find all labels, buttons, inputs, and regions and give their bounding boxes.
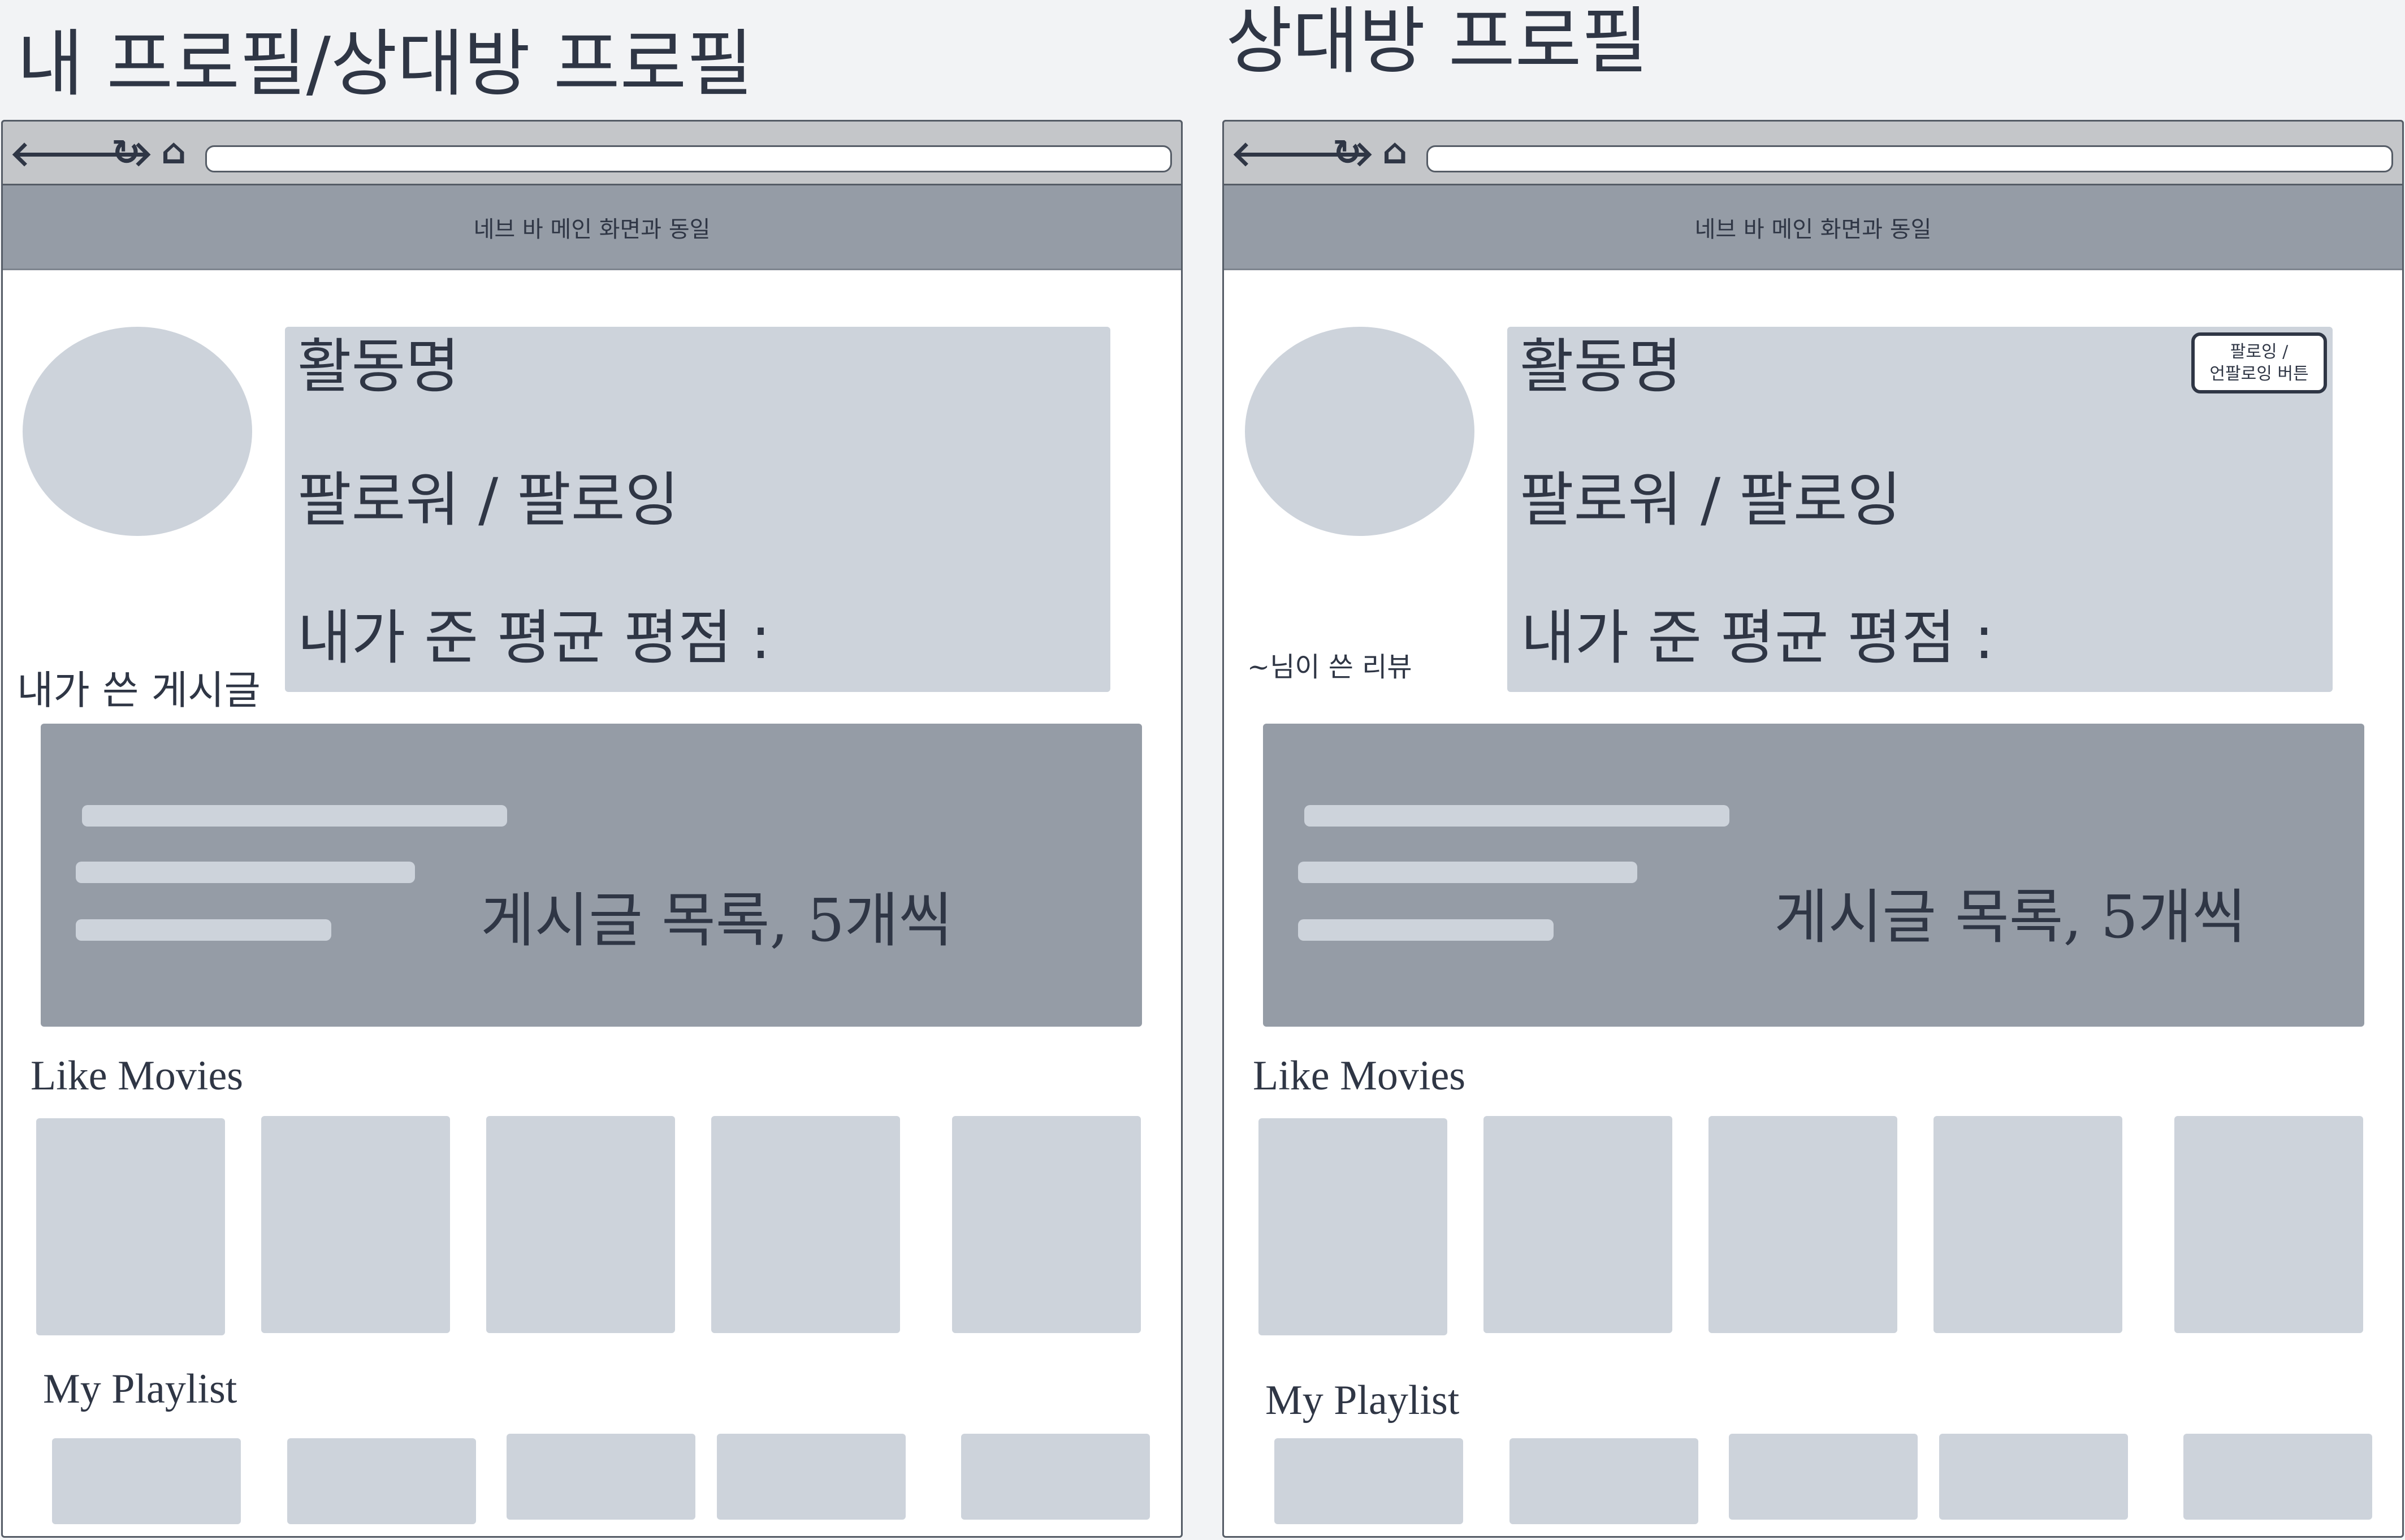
playlist-card[interactable]	[717, 1434, 906, 1520]
movie-card[interactable]	[1483, 1116, 1672, 1333]
like-movies-title: Like Movies	[1253, 1053, 1466, 1099]
movie-card[interactable]	[1933, 1116, 2122, 1333]
navbar-placeholder: 네브 바 메인 화면과 동일	[1224, 185, 2402, 270]
playlist-title: My Playlist	[43, 1366, 237, 1412]
movie-card[interactable]	[486, 1116, 675, 1333]
playlist-card[interactable]	[1274, 1438, 1463, 1524]
playlist-title: My Playlist	[1265, 1377, 1460, 1424]
avatar	[1245, 327, 1474, 536]
playlist-card[interactable]	[1729, 1434, 1918, 1520]
playlist-card[interactable]	[52, 1438, 241, 1524]
followers-following: 팔로워 / 팔로잉	[297, 465, 680, 534]
refresh-icon[interactable]: ↻	[1333, 135, 1362, 170]
playlist-card[interactable]	[1509, 1438, 1698, 1524]
browser-toolbar: 🡐 🡒 ↻ ⌂	[1222, 120, 2404, 185]
refresh-icon[interactable]: ↻	[111, 135, 141, 170]
movie-card[interactable]	[1708, 1116, 1897, 1333]
post-skeleton-line	[1298, 862, 1637, 883]
movie-card[interactable]	[711, 1116, 900, 1333]
navbar-label: 네브 바 메인 화면과 동일	[473, 216, 711, 243]
followers-following: 팔로워 / 팔로잉	[1520, 465, 1902, 534]
posts-list-label: 게시글 목록, 5개씩	[481, 886, 953, 955]
playlist-card[interactable]	[507, 1434, 695, 1520]
activity-name: 활동명	[1520, 332, 1682, 401]
reviews-label: ~님이 쓴 리뷰	[1247, 651, 1412, 683]
average-rating: 내가 준 평균 평점 :	[1521, 603, 1995, 672]
playlist-card[interactable]	[2183, 1434, 2372, 1520]
movie-card[interactable]	[36, 1118, 225, 1335]
movie-card[interactable]	[952, 1116, 1141, 1333]
post-skeleton-line	[76, 919, 331, 941]
home-icon[interactable]: ⌂	[1382, 134, 1407, 169]
follow-button-line1: 팔로잉 /	[2230, 342, 2289, 362]
playlist-card[interactable]	[287, 1438, 476, 1524]
movie-card[interactable]	[2174, 1116, 2363, 1333]
like-movies-title: Like Movies	[31, 1053, 244, 1099]
playlist-card[interactable]	[961, 1434, 1150, 1520]
home-icon[interactable]: ⌂	[161, 134, 186, 169]
post-skeleton-line	[1298, 919, 1554, 941]
pane-title-other-profile: 상대방 프로필	[1226, 0, 1649, 84]
post-skeleton-line	[1304, 805, 1729, 827]
browser-toolbar: 🡐 🡒 ↻ ⌂	[1, 120, 1183, 185]
avatar	[23, 327, 252, 536]
pane-title-my-profile: 내 프로필/상대방 프로필	[17, 22, 754, 106]
navbar-label: 네브 바 메인 화면과 동일	[1694, 216, 1932, 243]
activity-name: 활동명	[297, 332, 460, 401]
my-posts-label: 내가 쓴 게시글	[17, 667, 261, 713]
post-skeleton-line	[76, 862, 415, 883]
follow-unfollow-button[interactable]: 팔로잉 / 언팔로잉 버튼	[2191, 332, 2327, 393]
follow-button-line2: 언팔로잉 버튼	[2209, 364, 2309, 384]
average-rating: 내가 준 평균 평점 :	[297, 603, 771, 672]
movie-card[interactable]	[261, 1116, 450, 1333]
posts-list-label: 게시글 목록, 5개씩	[1774, 883, 2247, 951]
movie-card[interactable]	[1258, 1118, 1447, 1335]
url-bar[interactable]	[205, 145, 1172, 172]
navbar-placeholder: 네브 바 메인 화면과 동일	[3, 185, 1181, 270]
url-bar[interactable]	[1426, 145, 2393, 172]
post-skeleton-line	[82, 805, 507, 827]
playlist-card[interactable]	[1939, 1434, 2128, 1520]
